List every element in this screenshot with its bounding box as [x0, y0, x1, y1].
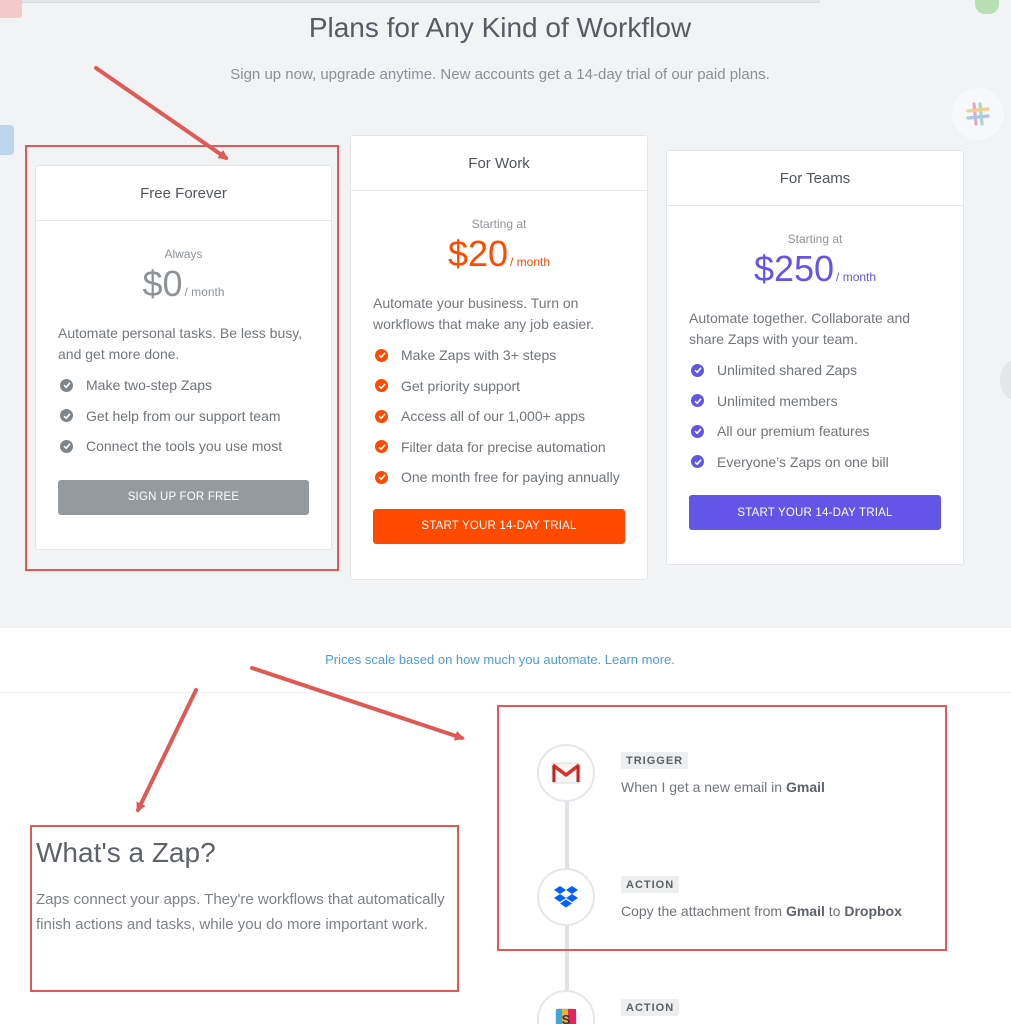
- annotation-arrow: [250, 666, 465, 741]
- feature-item: One month free for paying annually: [373, 462, 625, 493]
- browser-edge: [0, 0, 820, 3]
- check-icon: [375, 440, 388, 454]
- check-icon: [375, 409, 388, 423]
- annotation-arrow: [136, 688, 198, 813]
- teams-trial-button[interactable]: START YOUR 14-DAY TRIAL: [689, 495, 941, 530]
- feature-item: Unlimited members: [689, 386, 941, 417]
- feature-item: Everyone’s Zaps on one bill: [689, 447, 941, 478]
- price: $20/ month: [373, 233, 625, 279]
- plan-description: Automate your business. Turn on workflow…: [373, 295, 594, 332]
- feature-item: Unlimited shared Zaps: [689, 355, 941, 386]
- page-subheading: Sign up now, upgrade anytime. New accoun…: [230, 66, 770, 83]
- slack-icon: S: [537, 990, 595, 1024]
- plan-name: For Work: [351, 136, 647, 191]
- background-app-icon: [1000, 360, 1011, 400]
- price-amount: $250: [753, 248, 835, 289]
- plan-name: For Teams: [667, 151, 963, 206]
- feature-list: Make Zaps with 3+ steps Get priority sup…: [373, 340, 625, 493]
- check-icon: [375, 379, 388, 393]
- feature-list: Unlimited shared Zaps Unlimited members …: [689, 355, 941, 477]
- price-label: Starting at: [787, 232, 843, 246]
- plan-card-work: For Work Starting at $20/ month Automate…: [350, 135, 648, 580]
- price-unit: / month: [836, 270, 877, 284]
- slack-background-icon: [952, 88, 1004, 140]
- check-icon: [375, 348, 388, 362]
- price-unit: / month: [510, 255, 551, 269]
- highlight-box: [30, 825, 459, 992]
- plan-description: Automate together. Collaborate and share…: [689, 310, 911, 347]
- highlight-box: [25, 145, 339, 571]
- feature-item: Filter data for precise automation: [373, 432, 625, 463]
- check-icon: [691, 394, 704, 408]
- check-icon: [691, 424, 704, 438]
- feature-item: Access all of our 1,000+ apps: [373, 401, 625, 432]
- check-icon: [691, 363, 704, 377]
- feature-item: Make Zaps with 3+ steps: [373, 340, 625, 371]
- work-trial-button[interactable]: START YOUR 14-DAY TRIAL: [373, 508, 625, 544]
- learn-more-link[interactable]: Prices scale based on how much you autom…: [0, 652, 1000, 667]
- plan-card-teams: For Teams Starting at $250/ month Automa…: [666, 150, 964, 565]
- check-icon: [691, 455, 704, 469]
- action-tag: ACTION: [621, 999, 680, 1016]
- svg-text:S: S: [562, 1012, 571, 1024]
- background-app-icon: [0, 125, 14, 155]
- price-label: Starting at: [471, 217, 527, 231]
- price: $250/ month: [689, 248, 941, 294]
- highlight-box: [497, 705, 947, 951]
- page-heading: Plans for Any Kind of Workflow: [308, 12, 692, 43]
- price-amount: $20: [447, 233, 509, 274]
- feature-item: All our premium features: [689, 416, 941, 447]
- feature-item: Get priority support: [373, 371, 625, 402]
- check-icon: [375, 470, 388, 484]
- section-divider: [0, 692, 1011, 693]
